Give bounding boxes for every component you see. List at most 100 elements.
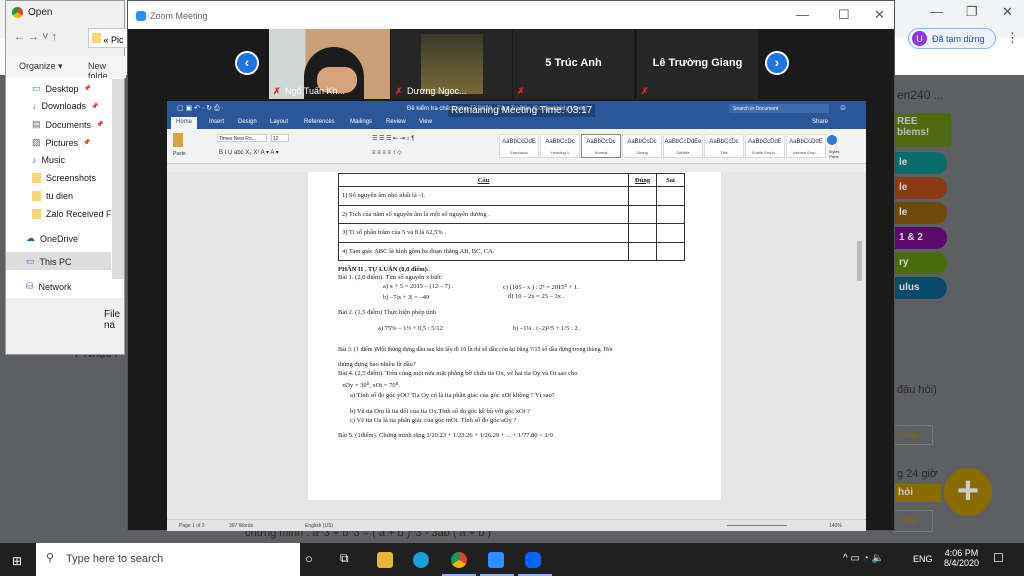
exercise-5: Bài 5. (1điểm). Chứng minh rằng 1/20.23 … [338, 432, 553, 439]
nav-onedrive[interactable]: ☁ OneDrive [26, 233, 78, 244]
zoom-taskbar-icon[interactable] [488, 552, 504, 568]
participant-tile[interactable]: ✗ Dương Ngọc... [391, 29, 512, 99]
paste-button[interactable]: Paste [173, 151, 186, 157]
back-icon[interactable]: ← → ˅ ↑ [14, 31, 57, 43]
participant-tile[interactable]: ✗ Ngô Tuấn Kh... [269, 29, 390, 99]
reply-button[interactable]: c đầu [893, 425, 933, 445]
zalo-icon[interactable] [525, 552, 541, 568]
styles-pane-button[interactable]: Styles Pane [824, 149, 844, 159]
nav-item[interactable]: ▭ Desktop 📌 [32, 83, 91, 94]
file-explorer-icon[interactable] [377, 552, 393, 568]
subject-pill[interactable]: ry [893, 252, 947, 274]
tab-home[interactable]: Home [171, 117, 198, 129]
nav-item[interactable]: ▨ Pictures 📌 [32, 137, 91, 148]
downloads-icon: ↓ [32, 101, 37, 111]
nav-item[interactable]: Zalo Received Fi [32, 209, 114, 219]
clock[interactable]: 4:06 PM 8/4/2020 [944, 548, 979, 568]
cortana-icon[interactable]: ○ [305, 551, 313, 566]
menu-icon[interactable]: ⋮ [1006, 30, 1019, 46]
nav-item[interactable]: ▤ Documents 📌 [32, 119, 104, 130]
taskbar-search[interactable]: ⚲ Type here to search [36, 543, 300, 576]
music-icon: ♪ [32, 155, 37, 165]
format-buttons[interactable]: B I U abc X₂ X² A ▾ A ▾ [219, 149, 279, 156]
nav-network[interactable]: ⛁ Network [26, 281, 72, 292]
tab-mailings[interactable]: Mailings [350, 119, 372, 125]
prev-page-button[interactable]: ‹ [235, 51, 259, 75]
pictures-icon: ▨ [32, 137, 41, 147]
reply-button-2[interactable]: c đầu [893, 510, 933, 532]
ruler [167, 164, 866, 172]
nav-item[interactable]: Screenshots [32, 173, 96, 183]
tray-icons[interactable]: ^ ▭ ◔ 🔈 [843, 553, 884, 564]
styles-pane-icon [827, 135, 837, 145]
font-select[interactable]: Times New Ro... [217, 134, 267, 142]
chrome-taskbar-icon[interactable] [451, 552, 467, 568]
tab-design[interactable]: Design [238, 119, 257, 125]
organize-button[interactable]: Organize ▾ [19, 61, 63, 72]
zoom-maximize[interactable]: ☐ [838, 7, 850, 23]
close-button[interactable]: ✕ [1002, 4, 1013, 20]
exercise-3: Bài 3: (1 điểm )Một thùng đựng dầu sau k… [338, 347, 613, 353]
style-subtitle[interactable]: AaBbCcDdEe Subtitle [663, 134, 703, 158]
exercise-4: Bài 4. (2,5 điểm). Trên cùng một nửa mặt… [338, 370, 578, 377]
document-page: Câu Đúng Sai 1) Số nguyên âm nhỏ nhất là -… [308, 172, 721, 500]
subject-pill[interactable]: 1 & 2 [893, 227, 947, 249]
minimize-button[interactable]: — [930, 4, 943, 19]
paragraph-buttons[interactable]: ☰ ☰ ☰ ⇤ ⇥ ↕ ¶ [372, 135, 414, 142]
table-row: 1) Số nguyên âm nhỏ nhất là -1. [338, 186, 629, 206]
ad-banner[interactable]: REE blems! [893, 113, 951, 147]
align-buttons[interactable]: ≡ ≡ ≡ ≡ ↕ ◇ [372, 149, 402, 156]
zoom-logo-icon [136, 11, 146, 21]
task-view-icon[interactable]: ⧉ [340, 551, 349, 566]
cloud-icon: ☁ [26, 233, 35, 243]
profile-button[interactable]: U Đã tạm dừng [908, 28, 996, 49]
path-bar[interactable]: « Pic [88, 28, 128, 48]
tab-view[interactable]: View [419, 119, 432, 125]
share-button[interactable]: Share [812, 119, 828, 125]
notifications-icon[interactable]: ☐ [993, 551, 1004, 565]
nav-item[interactable]: ♪ Music [32, 155, 65, 165]
nav-item[interactable]: ↓ Downloads 📌 [32, 101, 99, 111]
zoom-close[interactable]: ✕ [874, 7, 885, 23]
participant-tile[interactable]: 5 Trúc Anh ✗ [513, 29, 634, 99]
true-false-table: Câu Đúng Sai 1) Số nguyên âm nhỏ nhất là -… [338, 173, 685, 261]
windows-start-icon[interactable]: ⊞ [12, 554, 22, 568]
subject-pill[interactable]: ulus [893, 277, 947, 299]
chrome-icon [12, 7, 23, 18]
subject-pill[interactable]: le [893, 202, 947, 224]
zoom-slider[interactable] [727, 525, 787, 526]
tab-insert[interactable]: Insert [209, 119, 224, 125]
subject-pill[interactable]: le [893, 152, 947, 174]
font-size-select[interactable]: 12 [271, 134, 289, 142]
tab-layout[interactable]: Layout [270, 119, 288, 125]
style-title[interactable]: AaBbCcDc Title [704, 134, 744, 158]
nav-item[interactable]: tu dien [32, 191, 73, 201]
style-intense-emp-[interactable]: AaBbCcDdE Intense Emp... [786, 134, 826, 158]
exercise-2: Bài 2. (1,5 điểm) Thực hiện phép tính [338, 309, 437, 316]
avatar: U [912, 31, 927, 46]
style-subtle-emph-[interactable]: AaBbCcDdE Subtle Emph... [745, 134, 785, 158]
taskbar: ⊞ ⚲ Type here to search ○ ⧉ ^ ▭ ◔ 🔈 ENG 4… [0, 543, 1024, 576]
tab-references[interactable]: References [304, 119, 335, 125]
language-indicator[interactable]: ENG [913, 554, 933, 564]
smiley-icon: ☺ [839, 103, 848, 112]
zoom-minimize[interactable]: — [796, 7, 809, 22]
edge-icon[interactable] [413, 552, 429, 568]
style-emphasis[interactable]: AaBbCcDdE Emphasis [499, 134, 539, 158]
subject-pill[interactable]: le [893, 177, 947, 199]
search-document[interactable]: Search in Document [729, 104, 829, 113]
next-page-button[interactable]: › [765, 51, 789, 75]
ask-button[interactable]: hỏi [893, 484, 941, 502]
doc-scrollbar[interactable] [857, 241, 862, 281]
participant-tile[interactable]: Lê Trường Giang ✗ [637, 29, 758, 99]
restore-button[interactable]: ❐ [966, 4, 978, 20]
scrollbar[interactable] [112, 79, 124, 279]
style-normal[interactable]: AaBbCcDc Normal [581, 134, 621, 158]
tab-review[interactable]: Review [386, 119, 406, 125]
add-question-button[interactable]: + [944, 468, 992, 516]
nav-this-pc[interactable]: ▭ This PC [26, 256, 72, 267]
style-heading-1[interactable]: AaBbCcDc Heading 1 [540, 134, 580, 158]
page-title: en240 ... [897, 88, 944, 102]
profile-label: Đã tạm dừng [932, 33, 985, 44]
style-strong[interactable]: AaBbCcDc Strong [622, 134, 662, 158]
